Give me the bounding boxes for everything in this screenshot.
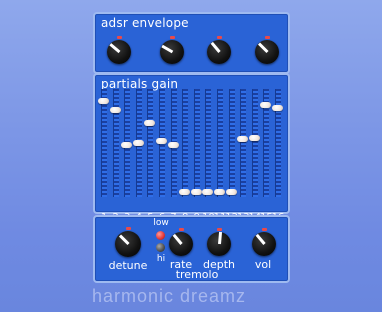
partial-slider-thumb-15[interactable] <box>260 102 272 109</box>
partial-slider-thumb-1[interactable] <box>98 98 109 105</box>
tremolo-controls-panel: detune low hi rate depth tremolo vol <box>93 215 290 283</box>
knob-pointer <box>217 231 222 245</box>
partial-slider-thumb-2[interactable] <box>109 107 121 114</box>
knob-pointer <box>172 233 183 245</box>
attack-knob[interactable] <box>107 36 131 64</box>
partial-slider-thumb-3[interactable] <box>121 142 133 149</box>
knob-marker <box>126 227 131 230</box>
partial-slider-track-14[interactable] <box>251 89 258 197</box>
partial-slider-thumb-7[interactable] <box>167 142 179 149</box>
partial-slider-thumb-13[interactable] <box>237 135 249 142</box>
knob-marker <box>217 228 222 231</box>
volume-knob[interactable] <box>252 228 276 256</box>
knob-marker <box>117 36 122 39</box>
partial-slider-track-12[interactable] <box>228 89 235 197</box>
low-radio-button[interactable] <box>156 231 165 240</box>
knob-pointer <box>160 44 173 54</box>
hi-radio-button[interactable] <box>156 243 165 252</box>
knob-marker <box>217 36 222 39</box>
partial-slider-thumb-10[interactable] <box>202 188 214 195</box>
partials-slider-area: 12345678910111213141516 <box>97 89 284 223</box>
partial-slider-thumb-9[interactable] <box>190 188 202 195</box>
knob-pointer <box>108 43 120 54</box>
partials-gain-panel: partials gain 12345678910111213141516 <box>93 73 290 223</box>
partial-slider-thumb-12[interactable] <box>225 188 237 195</box>
adsr-envelope-panel: adsr envelope <box>93 12 290 74</box>
partial-slider-thumb-8[interactable] <box>179 188 191 195</box>
partial-slider-track-9[interactable] <box>193 89 200 197</box>
knob-pointer <box>257 42 269 54</box>
low-label: low <box>153 218 169 228</box>
detune-label: detune <box>108 259 148 272</box>
knob-pointer <box>210 41 221 53</box>
partial-slider-track-5[interactable] <box>147 89 154 197</box>
decay-knob[interactable] <box>160 36 184 64</box>
partial-slider-thumb-16[interactable] <box>272 105 283 112</box>
partial-slider-track-11[interactable] <box>217 89 223 197</box>
partial-slider-track-8[interactable] <box>182 89 189 197</box>
tremolo-label: tremolo <box>175 268 219 281</box>
partial-slider-thumb-14[interactable] <box>248 134 260 141</box>
knob-marker <box>265 36 270 39</box>
release-knob[interactable] <box>255 36 279 64</box>
partial-slider-track-2[interactable] <box>112 89 119 197</box>
knob-marker <box>262 228 267 231</box>
rate-knob[interactable] <box>169 228 193 256</box>
partial-slider-track-1[interactable] <box>101 89 107 197</box>
adsr-envelope-title: adsr envelope <box>101 16 189 30</box>
knob-pointer <box>118 234 130 246</box>
knob-pointer <box>255 233 266 245</box>
partial-slider-thumb-6[interactable] <box>156 137 167 144</box>
brand-title: harmonic dreamz <box>92 286 247 306</box>
partial-slider-track-13[interactable] <box>240 89 247 197</box>
vol-label: vol <box>254 258 272 271</box>
partial-slider-thumb-4[interactable] <box>132 140 144 146</box>
detune-knob[interactable] <box>115 227 141 257</box>
partial-slider-thumb-11[interactable] <box>214 188 225 195</box>
sustain-knob[interactable] <box>207 36 231 64</box>
partial-slider-thumb-5[interactable] <box>144 119 156 126</box>
depth-knob[interactable] <box>207 228 231 256</box>
knob-marker <box>170 36 175 39</box>
partial-slider-track-10[interactable] <box>205 89 212 197</box>
knob-marker <box>179 228 184 231</box>
